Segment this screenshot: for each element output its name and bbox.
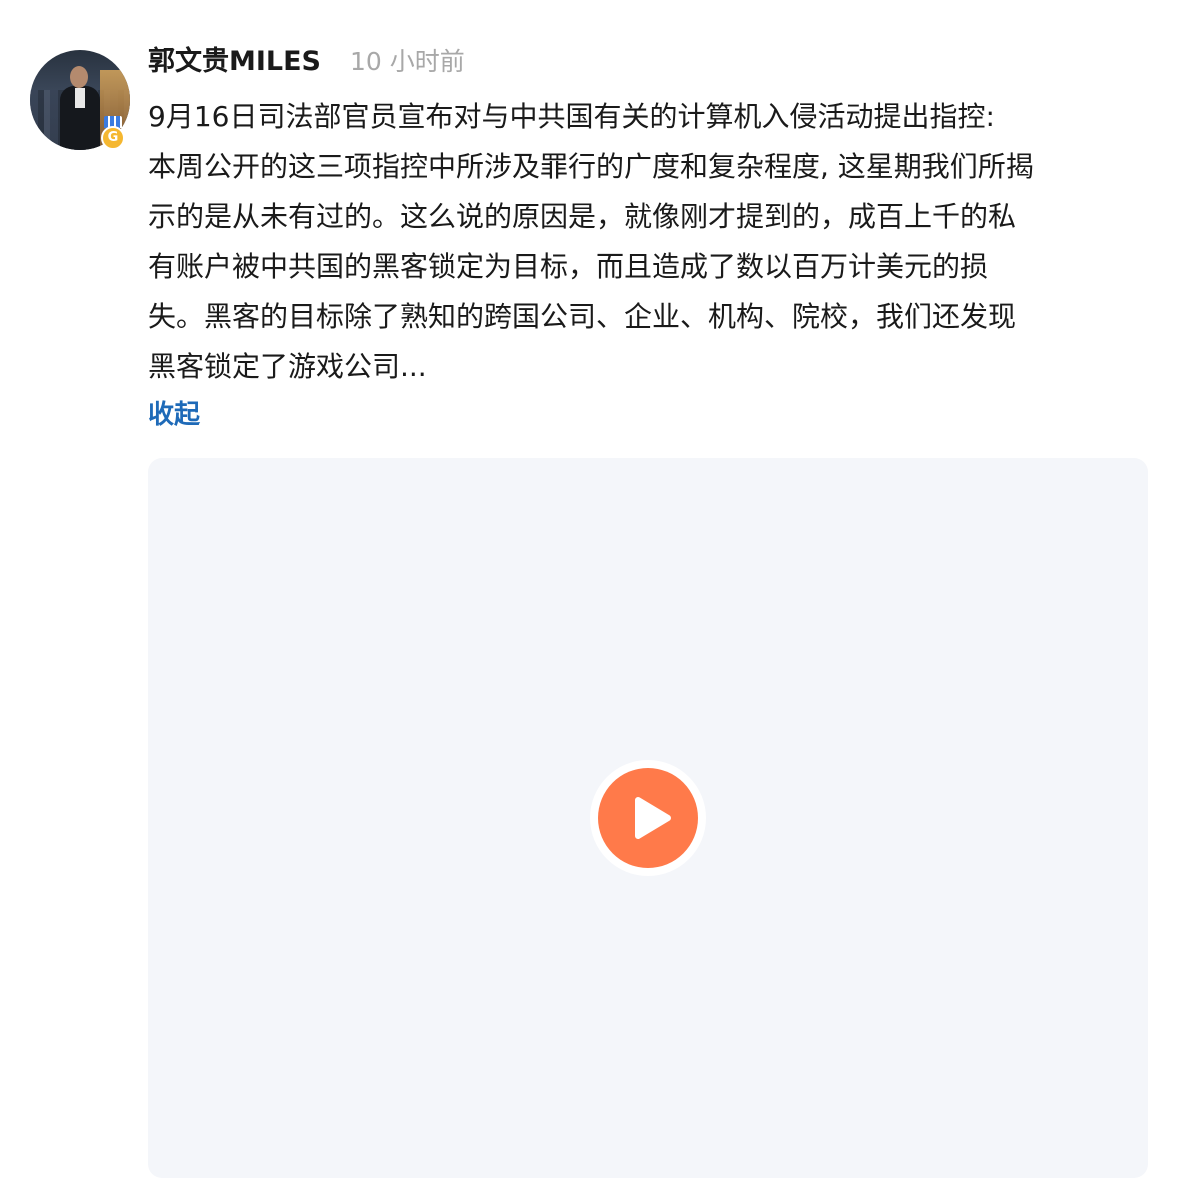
feed-post: G 郭文贵MILES 10 小时前 9月16日司法部官员宣布对与中共国有关的计算…	[0, 0, 1200, 1178]
username[interactable]: 郭文贵MILES	[148, 42, 321, 82]
collapse-button[interactable]: 收起	[148, 393, 200, 437]
medal-letter: G	[101, 126, 125, 150]
content-line: 本周公开的这三项指控中所涉及罪行的广度和复杂程度, 这星期我们所揭	[148, 150, 1034, 183]
play-triangle-icon	[635, 797, 671, 839]
play-icon	[598, 768, 698, 868]
content-line: 示的是从未有过的。这么说的原因是，就像刚才提到的，成百上千的私	[148, 200, 1017, 233]
content-line: 失。黑客的目标除了熟知的跨国公司、企业、机构、院校，我们还发现	[148, 300, 1017, 333]
verified-medal-icon: G	[100, 116, 126, 150]
content-line: 有账户被中共国的黑客锁定为目标，而且造成了数以百万计美元的损	[148, 250, 989, 283]
content-line: 9月16日司法部官员宣布对与中共国有关的计算机入侵活动提出指控:	[148, 100, 995, 133]
post-timestamp: 10 小时前	[350, 47, 465, 76]
content-line: 黑客锁定了游戏公司...	[148, 350, 427, 383]
avatar-figure-shirt	[75, 88, 85, 108]
avatar-figure-head	[70, 66, 88, 88]
post-content: 9月16日司法部官员宣布对与中共国有关的计算机入侵活动提出指控: 本周公开的这三…	[148, 92, 1168, 392]
play-button[interactable]	[590, 760, 706, 876]
